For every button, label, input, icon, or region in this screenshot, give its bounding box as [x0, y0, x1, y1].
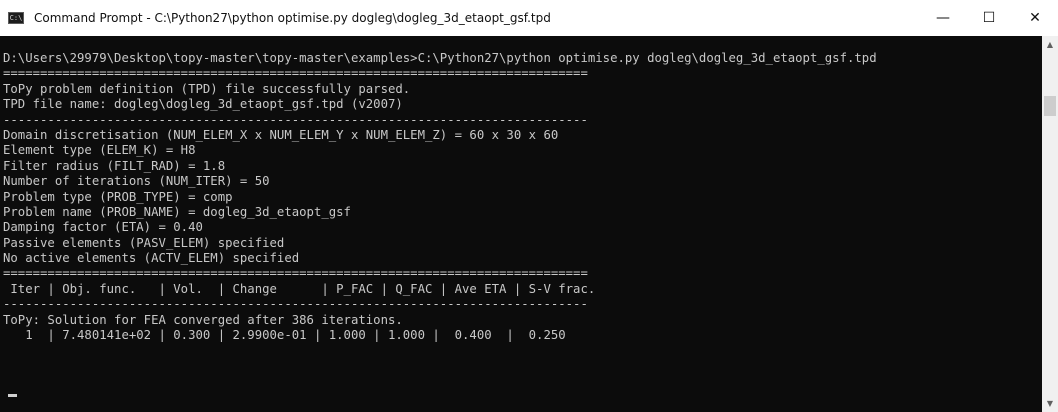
- console-line: Domain discretisation (NUM_ELEM_X x NUM_…: [3, 127, 559, 142]
- console-line: Passive elements (PASV_ELEM) specified: [3, 235, 285, 250]
- console-line: ========================================…: [3, 266, 588, 281]
- console-line: No active elements (ACTV_ELEM) specified: [3, 251, 300, 266]
- console-line: Number of iterations (NUM_ITER) = 50: [3, 174, 270, 189]
- console-lines: D:\Users\29979\Desktop\topy-master\topy-…: [3, 51, 877, 343]
- console-line: Problem type (PROB_TYPE) = comp: [3, 189, 233, 204]
- title-bar[interactable]: C:\ Command Prompt - C:\Python27\python …: [0, 0, 1058, 36]
- text-cursor: [8, 394, 17, 397]
- console-line: ----------------------------------------…: [3, 112, 588, 127]
- console-line: ----------------------------------------…: [3, 297, 588, 312]
- command-prompt-window: C:\ Command Prompt - C:\Python27\python …: [0, 0, 1058, 412]
- console-line: Filter radius (FILT_RAD) = 1.8: [3, 158, 226, 173]
- maximize-button[interactable]: ☐: [966, 0, 1012, 36]
- console-output[interactable]: D:\Users\29979\Desktop\topy-master\topy-…: [0, 36, 1042, 412]
- console-line: Iter | Obj. func. | Vol. | Change | P_FA…: [3, 281, 596, 296]
- scroll-up-arrow-icon[interactable]: ▲: [1042, 36, 1058, 53]
- console-line: 1 | 7.480141e+02 | 0.300 | 2.9900e-01 | …: [3, 328, 566, 343]
- vertical-scrollbar[interactable]: ▲ ▼: [1042, 36, 1058, 412]
- console-line: Element type (ELEM_K) = H8: [3, 143, 196, 158]
- window-controls: — ☐ ✕: [920, 0, 1058, 36]
- console-line: Problem name (PROB_NAME) = dogleg_3d_eta…: [3, 204, 351, 219]
- window-title: Command Prompt - C:\Python27\python opti…: [34, 11, 551, 25]
- console-line: D:\Users\29979\Desktop\topy-master\topy-…: [3, 51, 877, 65]
- console-line: Damping factor (ETA) = 0.40: [3, 220, 203, 235]
- close-button[interactable]: ✕: [1012, 0, 1058, 36]
- minimize-button[interactable]: —: [920, 0, 966, 36]
- console-line: ========================================…: [3, 66, 588, 81]
- cmd-icon-glyph: C:\: [9, 13, 23, 22]
- console-line: ToPy problem definition (TPD) file succe…: [3, 81, 411, 96]
- console-line: ToPy: Solution for FEA converged after 3…: [3, 312, 403, 327]
- cmd-icon[interactable]: C:\: [8, 12, 24, 24]
- scroll-down-arrow-icon[interactable]: ▼: [1042, 395, 1058, 412]
- console-line: TPD file name: dogleg\dogleg_3d_etaopt_g…: [3, 97, 403, 112]
- scrollbar-thumb[interactable]: [1044, 96, 1056, 116]
